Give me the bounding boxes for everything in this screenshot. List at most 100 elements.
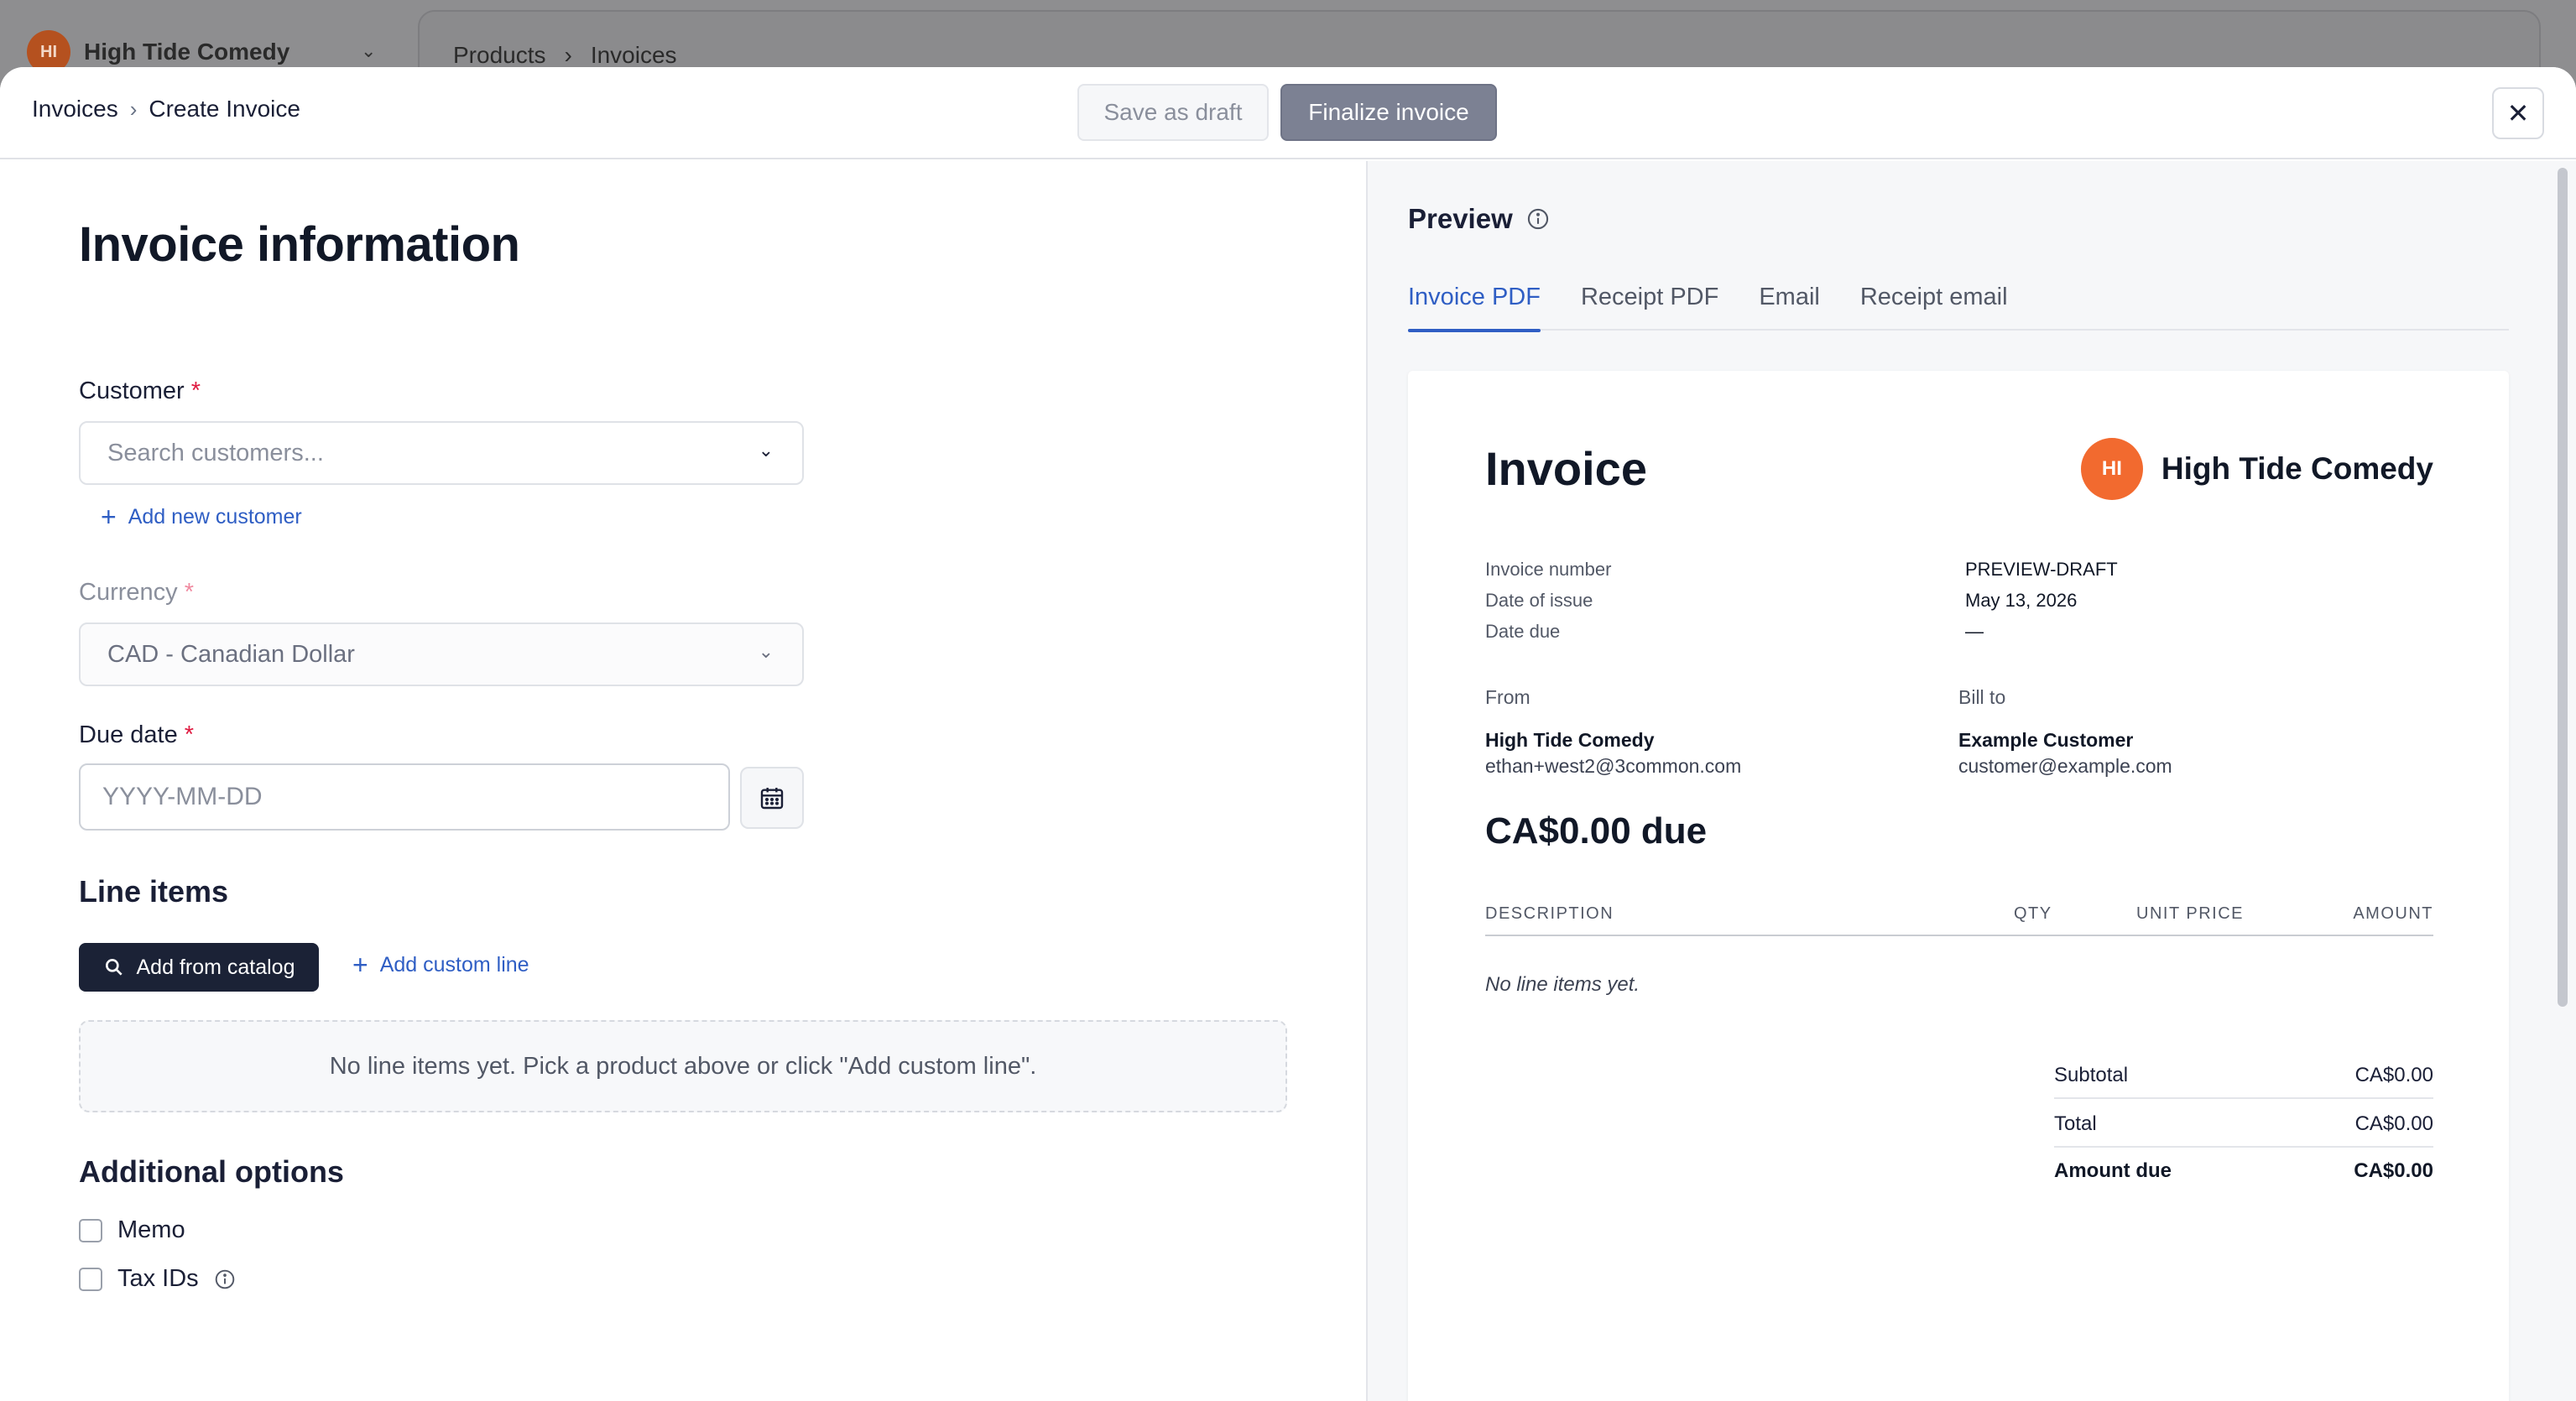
info-icon[interactable] bbox=[1526, 207, 1550, 231]
preview-heading: Preview bbox=[1408, 203, 1550, 235]
due-date-label-text: Due date bbox=[79, 721, 178, 748]
tab-invoice-pdf[interactable]: Invoice PDF bbox=[1408, 284, 1541, 332]
memo-checkbox[interactable] bbox=[79, 1218, 102, 1242]
breadcrumb-invoices-link[interactable]: Invoices bbox=[32, 96, 118, 122]
create-invoice-modal: Invoices › Create Invoice Save as draft … bbox=[0, 67, 2576, 1401]
invoice-preview-document: Invoice HI High Tide Comedy Invoice numb… bbox=[1408, 371, 2509, 1401]
column-description: DESCRIPTION bbox=[1485, 904, 1614, 923]
preview-tabs: Invoice PDF Receipt PDF Email Receipt em… bbox=[1408, 284, 2509, 332]
from-email: ethan+west2@3common.com bbox=[1485, 755, 1742, 777]
column-amount: AMOUNT bbox=[2353, 904, 2433, 923]
due-date-label: Due date * bbox=[79, 721, 194, 749]
chevron-right-icon: › bbox=[564, 42, 572, 68]
line-items-heading: Line items bbox=[79, 874, 229, 909]
tab-email[interactable]: Email bbox=[1759, 284, 1820, 331]
invoice-number-label: Invoice number bbox=[1485, 559, 1612, 580]
subtotal-label: Subtotal bbox=[2054, 1064, 2129, 1086]
invoice-number-value: PREVIEW-DRAFT bbox=[1965, 559, 2118, 580]
bill-to-name: Example Customer bbox=[1958, 729, 2134, 751]
add-from-catalog-label: Add from catalog bbox=[136, 955, 295, 979]
breadcrumb-current: Create Invoice bbox=[149, 96, 300, 122]
add-from-catalog-button[interactable]: Add from catalog bbox=[79, 943, 319, 992]
finalize-invoice-button[interactable]: Finalize invoice bbox=[1280, 84, 1497, 141]
date-of-issue-value: May 13, 2026 bbox=[1965, 590, 2078, 611]
subtotal-value: CA$0.00 bbox=[2354, 1064, 2433, 1086]
invoice-form: Invoice information Customer * Search cu… bbox=[0, 161, 1366, 1401]
background-breadcrumb-item: Invoices bbox=[590, 42, 677, 68]
total-value: CA$0.00 bbox=[2354, 1112, 2433, 1135]
due-date-input[interactable]: YYYY-MM-DD bbox=[79, 763, 730, 831]
info-icon[interactable] bbox=[214, 1268, 236, 1290]
total-row: Total CA$0.00 bbox=[2054, 1101, 2433, 1148]
add-custom-line-button[interactable]: + Add custom line bbox=[352, 951, 529, 978]
date-due-label: Date due bbox=[1485, 621, 1561, 642]
breadcrumb: Invoices › Create Invoice bbox=[32, 96, 300, 122]
page-title: Invoice information bbox=[79, 217, 520, 272]
bill-to-email: customer@example.com bbox=[1958, 755, 2172, 777]
invoice-brand: HI High Tide Comedy bbox=[2080, 438, 2433, 500]
subtotal-row: Subtotal CA$0.00 bbox=[2054, 1052, 2433, 1099]
plus-icon: + bbox=[352, 950, 368, 980]
add-new-customer-button[interactable]: + Add new customer bbox=[101, 503, 302, 530]
customer-label: Customer * bbox=[79, 378, 201, 405]
customer-select[interactable]: Search customers... ⌄ bbox=[79, 421, 804, 485]
currency-label: Currency * bbox=[79, 579, 194, 607]
currency-select-value: CAD - Canadian Dollar bbox=[107, 640, 355, 668]
from-name: High Tide Comedy bbox=[1485, 729, 1655, 751]
add-new-customer-label: Add new customer bbox=[128, 504, 302, 529]
required-mark: * bbox=[184, 579, 195, 606]
bill-to-label: Bill to bbox=[1958, 686, 2006, 708]
amount-due-row: Amount due CA$0.00 bbox=[2054, 1148, 2433, 1195]
search-icon bbox=[105, 959, 123, 976]
chevron-right-icon: › bbox=[129, 96, 138, 122]
memo-option[interactable]: Memo bbox=[79, 1216, 185, 1244]
background-breadcrumb-item: Products bbox=[453, 42, 546, 68]
chevron-down-icon: ⌄ bbox=[758, 641, 774, 662]
memo-label: Memo bbox=[117, 1216, 185, 1243]
brand-logo: HI bbox=[2080, 438, 2143, 500]
tab-receipt-email[interactable]: Receipt email bbox=[1860, 284, 2008, 331]
column-unit-price: UNIT PRICE bbox=[2136, 904, 2244, 923]
brand-name: High Tide Comedy bbox=[2161, 451, 2433, 486]
no-line-items-text: No line items yet. bbox=[1485, 973, 1640, 996]
column-qty: QTY bbox=[2014, 904, 2052, 923]
amount-due-label: Amount due bbox=[2054, 1159, 2172, 1182]
line-items-table-header: DESCRIPTION QTY UNIT PRICE AMOUNT bbox=[1485, 904, 2433, 936]
date-of-issue-label: Date of issue bbox=[1485, 590, 1593, 611]
due-date-placeholder: YYYY-MM-DD bbox=[102, 783, 263, 810]
preview-scrollbar[interactable] bbox=[2558, 168, 2568, 1007]
customer-label-text: Customer bbox=[79, 378, 185, 404]
customer-select-placeholder: Search customers... bbox=[107, 439, 324, 466]
currency-label-text: Currency bbox=[79, 579, 178, 606]
modal-topbar: Invoices › Create Invoice Save as draft … bbox=[0, 67, 2576, 159]
chevron-down-icon: ⌄ bbox=[361, 40, 377, 61]
preview-title: Preview bbox=[1408, 203, 1513, 234]
background-brand-name: High Tide Comedy bbox=[84, 39, 290, 65]
calendar-icon bbox=[760, 788, 784, 810]
additional-options-heading: Additional options bbox=[79, 1154, 344, 1189]
add-custom-line-label: Add custom line bbox=[379, 952, 529, 977]
required-mark: * bbox=[190, 378, 201, 404]
amount-due-headline: CA$0.00 due bbox=[1485, 810, 1708, 852]
plus-icon: + bbox=[101, 502, 117, 532]
total-label: Total bbox=[2054, 1112, 2097, 1135]
required-mark: * bbox=[184, 721, 195, 748]
currency-select[interactable]: CAD - Canadian Dollar ⌄ bbox=[79, 622, 804, 686]
tab-receipt-pdf[interactable]: Receipt PDF bbox=[1581, 284, 1718, 331]
tax-ids-label: Tax IDs bbox=[117, 1265, 199, 1292]
close-button[interactable]: ✕ bbox=[2492, 87, 2544, 139]
bill-to-block: Bill to Example Customer customer@exampl… bbox=[1958, 686, 2172, 778]
line-items-empty-state: No line items yet. Pick a product above … bbox=[79, 1020, 1287, 1112]
date-due-value: — bbox=[1965, 621, 1984, 642]
from-block: From High Tide Comedy ethan+west2@3commo… bbox=[1485, 686, 1741, 778]
chevron-down-icon: ⌄ bbox=[758, 440, 774, 461]
calendar-button[interactable] bbox=[740, 767, 804, 829]
save-as-draft-button[interactable]: Save as draft bbox=[1077, 84, 1269, 141]
tax-ids-option[interactable]: Tax IDs bbox=[79, 1265, 236, 1293]
tax-ids-checkbox[interactable] bbox=[79, 1267, 102, 1291]
background-app: HI High Tide Comedy ⌄ Products › Invoice… bbox=[0, 0, 2576, 86]
from-label: From bbox=[1485, 686, 1530, 708]
amount-due-value: CA$0.00 bbox=[2354, 1159, 2433, 1182]
preview-panel: Preview Invoice PDF Receipt PDF Email Re… bbox=[1368, 161, 2576, 1401]
invoice-title: Invoice bbox=[1485, 442, 1647, 495]
